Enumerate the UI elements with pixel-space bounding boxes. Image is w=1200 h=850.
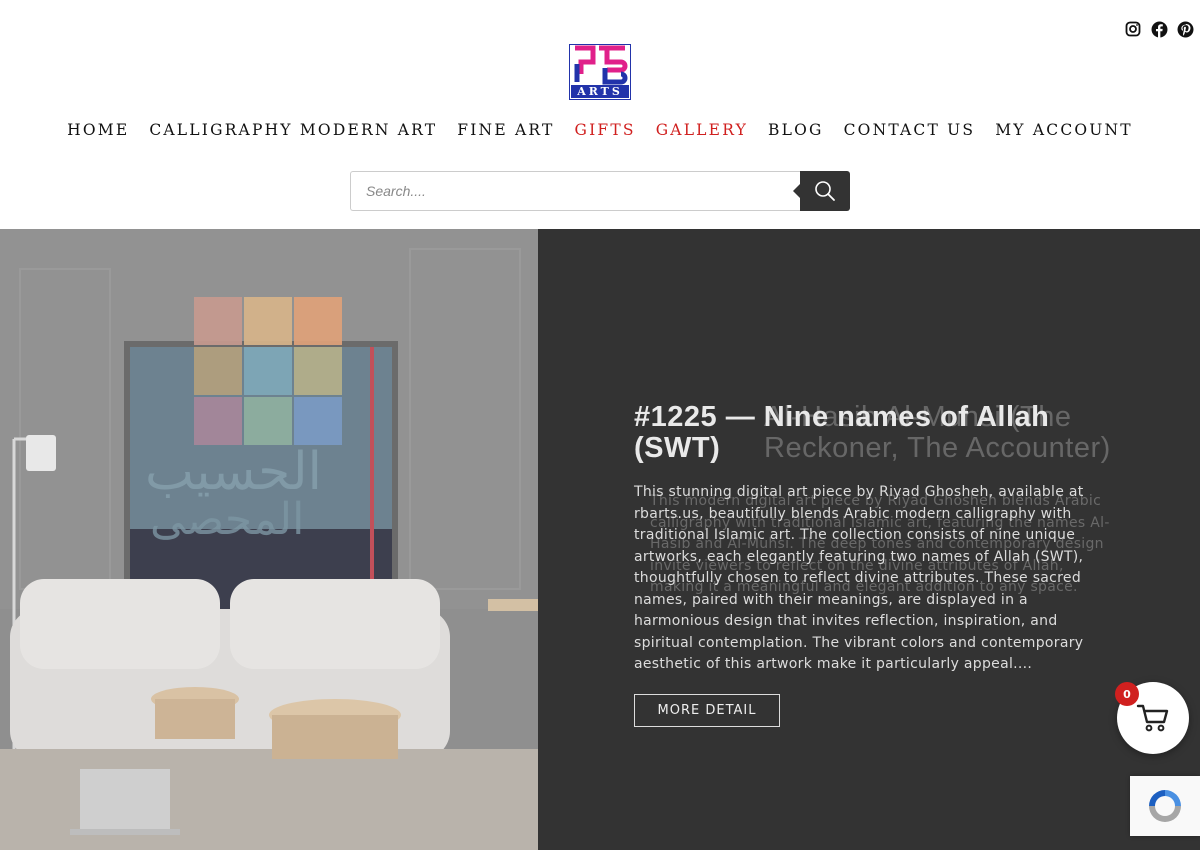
site-logo[interactable]: ARTS xyxy=(569,44,631,100)
search-button[interactable] xyxy=(793,171,850,211)
more-detail-button[interactable]: MORE DETAIL xyxy=(634,694,780,727)
nav-item-fine-art[interactable]: FINE ART xyxy=(457,121,554,139)
social-links xyxy=(1124,20,1194,38)
slide-description: This stunning digital art piece by Riyad… xyxy=(634,484,1084,672)
search-input[interactable] xyxy=(350,171,800,211)
slide-image[interactable]: الحسيب المحصى xyxy=(0,229,538,850)
cart-icon xyxy=(1136,704,1169,732)
nav-item-gallery[interactable]: GALLERY xyxy=(656,121,748,139)
svg-text:المحصى: المحصى xyxy=(150,494,304,545)
logo-text: ARTS xyxy=(577,85,623,98)
nav-item-contact-us[interactable]: CONTACT US xyxy=(844,121,976,139)
main-nav: HOME CALLIGRAPHY MODERN ART FINE ART GIF… xyxy=(0,121,1200,139)
nav-item-blog[interactable]: BLOG xyxy=(768,121,824,139)
slide-content: Al-Hasib Al-Muhsi (The Reckoner, The Acc… xyxy=(538,229,1200,850)
recaptcha-badge[interactable] xyxy=(1130,776,1200,836)
facebook-icon[interactable] xyxy=(1150,20,1168,38)
search-icon xyxy=(815,181,835,201)
nav-item-gifts[interactable]: GIFTS xyxy=(575,121,636,139)
slide-title: #1225 — Nine names of Allah (SWT) xyxy=(634,401,1050,464)
hero-slider: الحسيب المحصى Al-Hasib Al-Muhsi (The Rec… xyxy=(0,229,1200,850)
recaptcha-icon xyxy=(1149,790,1181,822)
pinterest-icon[interactable] xyxy=(1176,20,1194,38)
nav-item-my-account[interactable]: MY ACCOUNT xyxy=(995,121,1133,139)
cart-count-badge: 0 xyxy=(1115,682,1139,706)
svg-text:الحسيب: الحسيب xyxy=(145,442,322,502)
nav-item-home[interactable]: HOME xyxy=(67,121,129,139)
search-bar xyxy=(350,171,850,211)
instagram-icon[interactable] xyxy=(1124,20,1142,38)
nav-item-calligraphy-modern-art[interactable]: CALLIGRAPHY MODERN ART xyxy=(149,121,437,139)
